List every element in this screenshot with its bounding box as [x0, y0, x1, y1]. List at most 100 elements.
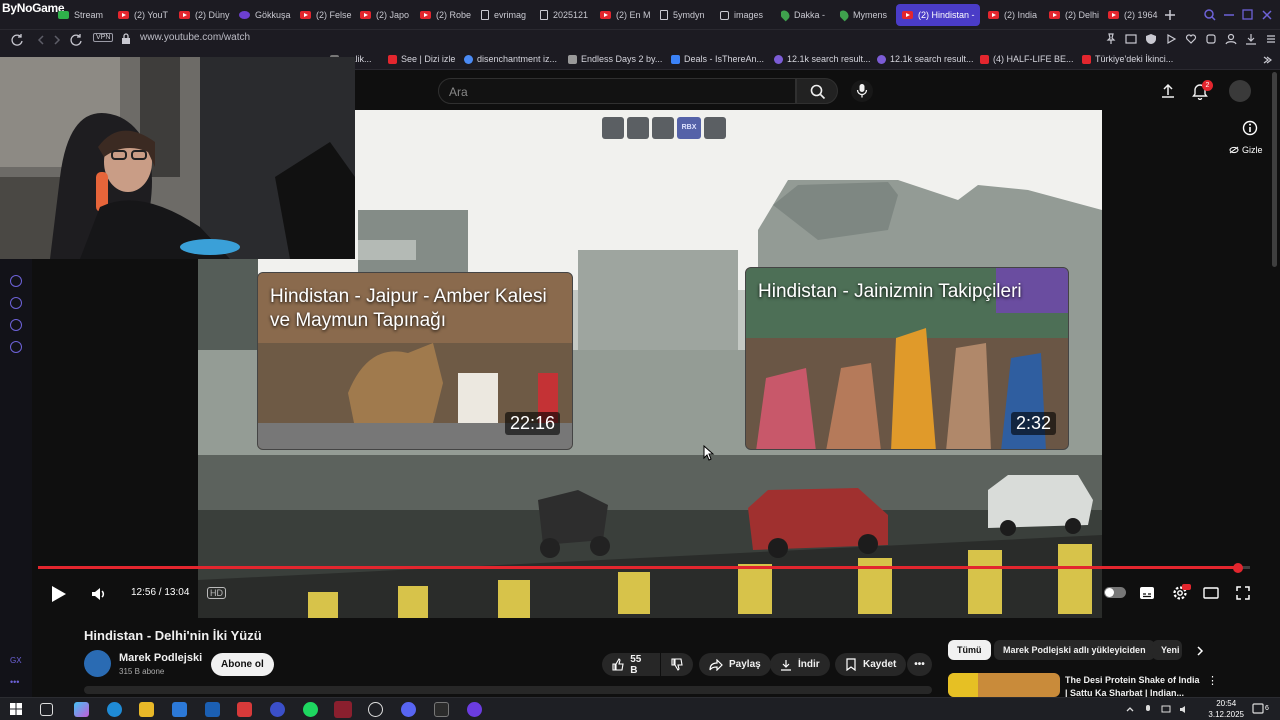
pin-icon[interactable] — [1105, 33, 1117, 45]
epic-games-icon[interactable] — [434, 702, 449, 717]
new-tab-icon[interactable] — [1163, 8, 1177, 22]
mail-icon[interactable] — [205, 702, 220, 717]
sidebar-gx-icon[interactable]: GX — [10, 656, 22, 665]
app-blue-icon[interactable] — [270, 702, 285, 717]
search-button[interactable] — [796, 78, 838, 104]
upload-icon[interactable] — [1160, 83, 1176, 99]
search-tabs-icon[interactable] — [1203, 8, 1217, 22]
reload-icon[interactable] — [69, 33, 83, 47]
opera-gx-icon[interactable] — [334, 701, 352, 718]
restore-icon[interactable] — [1241, 8, 1255, 22]
vpn-badge[interactable]: VPN — [93, 33, 114, 42]
subtitles-icon[interactable] — [1139, 586, 1155, 600]
minimize-icon[interactable] — [1222, 8, 1236, 22]
voice-search-button[interactable] — [851, 80, 873, 102]
recommended-thumbnail[interactable] — [948, 673, 1060, 697]
share-button[interactable]: Paylaş — [699, 653, 771, 676]
tab[interactable]: evrimag — [481, 4, 536, 26]
profile-icon[interactable] — [1225, 33, 1237, 45]
bookmark-item[interactable]: (4) HALF-LIFE BE... — [980, 54, 1074, 64]
store-icon[interactable] — [172, 702, 187, 717]
copilot-icon[interactable] — [74, 702, 89, 717]
tab[interactable]: Stream — [58, 4, 113, 26]
shield-icon[interactable] — [1145, 33, 1157, 45]
tab[interactable]: 5ymdyn — [660, 4, 715, 26]
tab[interactable]: Dakka - — [781, 4, 836, 26]
channel-avatar[interactable] — [84, 650, 111, 677]
overlay-exit-button[interactable] — [627, 117, 649, 139]
edge-icon[interactable] — [107, 702, 122, 717]
theater-mode-icon[interactable] — [1203, 586, 1219, 600]
tab[interactable]: (2) En M — [600, 4, 655, 26]
tab[interactable]: (2) Felse — [300, 4, 355, 26]
tab[interactable]: Gökkuşa — [239, 4, 294, 26]
info-icon[interactable] — [1242, 120, 1258, 136]
bookmark-item[interactable]: Deals - IsThereAn... — [671, 54, 764, 64]
progress-bar-played[interactable] — [38, 566, 1238, 569]
bookmark-item[interactable]: disenchantment iz... — [464, 54, 557, 64]
description-box[interactable] — [84, 686, 932, 694]
like-button[interactable]: 55 B — [602, 653, 660, 676]
task-view-icon[interactable] — [40, 703, 53, 716]
bookmark-item[interactable]: Endless Days 2 by... — [568, 54, 662, 64]
endcard-video-2[interactable]: Hindistan - Jainizmin Takipçileri 2:32 — [745, 267, 1069, 450]
download-icon[interactable] — [1245, 33, 1257, 45]
close-window-icon[interactable] — [1260, 8, 1274, 22]
tab[interactable]: (2) Japo — [360, 4, 415, 26]
channel-name[interactable]: Marek Podlejski — [119, 652, 202, 664]
overlay-next-button[interactable] — [652, 117, 674, 139]
sidebar-history-icon[interactable] — [10, 297, 22, 309]
snapshot-icon[interactable] — [1125, 33, 1137, 45]
download-button[interactable]: İndir — [770, 653, 830, 676]
fullscreen-icon[interactable] — [1236, 586, 1250, 600]
menu-icon[interactable] — [1265, 33, 1277, 45]
back-icon[interactable] — [34, 33, 48, 47]
notification-center-icon[interactable] — [1252, 703, 1264, 715]
windows-start-icon[interactable] — [9, 702, 23, 716]
tab[interactable]: (2) Delhi — [1049, 4, 1104, 26]
play-button[interactable] — [48, 584, 68, 604]
media-player-icon[interactable] — [467, 702, 482, 717]
notifications-button[interactable]: 2 — [1192, 80, 1213, 105]
progress-scrubber[interactable] — [1232, 563, 1243, 573]
more-actions-button[interactable]: ••• — [907, 653, 932, 676]
overlay-copy-button[interactable] — [602, 117, 624, 139]
rbx-badge[interactable]: RBX — [677, 117, 701, 139]
subscribe-button[interactable]: Abone ol — [211, 653, 274, 676]
tray-chevron-up-icon[interactable] — [1125, 704, 1135, 714]
recommended-menu-icon[interactable]: ⋮ — [1207, 674, 1218, 687]
lock-icon[interactable] — [121, 33, 131, 45]
forward-icon[interactable] — [50, 33, 64, 47]
file-explorer-icon[interactable] — [139, 702, 154, 717]
volume-icon[interactable] — [90, 585, 108, 603]
tab[interactable]: images — [720, 4, 775, 26]
bookmark-item[interactable]: See | Dizi izle — [388, 54, 455, 64]
network-icon[interactable] — [1161, 704, 1171, 714]
chevron-right-icon[interactable] — [1194, 645, 1206, 657]
system-clock[interactable]: 20:54 3.12.2025 — [1208, 698, 1244, 720]
page-scrollbar[interactable] — [1272, 72, 1277, 267]
sidebar-more-icon[interactable]: ••• — [10, 677, 19, 687]
dislike-button[interactable] — [661, 653, 693, 676]
refresh-sidebar-icon[interactable] — [10, 33, 24, 47]
heart-icon[interactable] — [1185, 33, 1197, 45]
tab[interactable]: (2) Düny — [179, 4, 234, 26]
volume-tray-icon[interactable] — [1179, 704, 1189, 714]
obs-icon[interactable] — [368, 702, 383, 717]
chip-new[interactable]: Yeni — [1152, 640, 1182, 660]
overlay-pip-button[interactable] — [704, 117, 726, 139]
save-button[interactable]: Kaydet — [835, 653, 907, 676]
bookmark-item[interactable]: 12.1k search result... — [877, 54, 974, 64]
hide-button[interactable]: Gizle — [1223, 142, 1269, 158]
chip-all[interactable]: Tümü — [948, 640, 991, 660]
tab[interactable]: (2) Robe — [420, 4, 475, 26]
sidebar-messenger-icon[interactable] — [10, 275, 22, 287]
tab[interactable]: Mymens — [840, 4, 892, 26]
account-avatar[interactable] — [1229, 80, 1251, 102]
search-input[interactable]: Ara — [438, 78, 796, 104]
bookmark-item[interactable]: 12.1k search result... — [774, 54, 871, 64]
discord-icon[interactable] — [401, 702, 416, 717]
tab[interactable]: 2025121 — [540, 4, 595, 26]
app-red-icon[interactable] — [237, 702, 252, 717]
url-field[interactable]: www.youtube.com/watch — [140, 32, 250, 43]
